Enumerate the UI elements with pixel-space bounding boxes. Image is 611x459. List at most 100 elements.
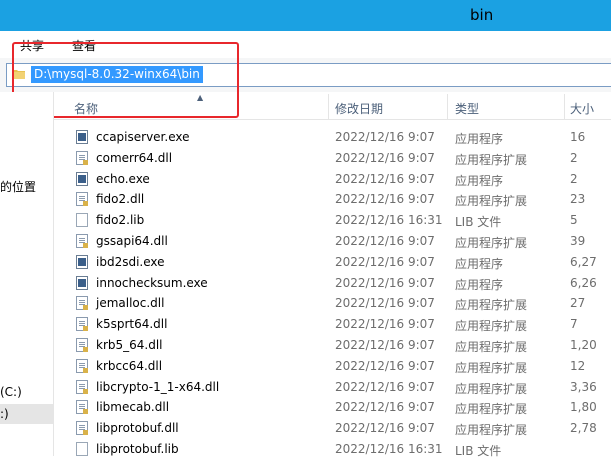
dll-file-icon (76, 296, 88, 311)
file-size: 1,20 (570, 338, 597, 352)
dll-file-icon (76, 317, 88, 332)
file-size: 12 (570, 358, 586, 373)
dll-file-icon (76, 338, 88, 352)
sidebar-item-drive-d-label: :) (0, 407, 9, 421)
window-title: bin (470, 6, 494, 24)
file-size: 1,80 (570, 400, 597, 415)
column-header-date[interactable]: 修改日期 (335, 100, 383, 117)
file-type: 应用程序 (455, 173, 504, 188)
file-date: 2022/12/16 9:07 (335, 338, 435, 352)
file-date: 2022/12/16 9:07 (335, 254, 435, 269)
column-divider[interactable] (564, 94, 565, 119)
file-date: 2022/12/16 9:07 (335, 400, 435, 415)
file-name: libcrypto-1_1-x64.dll (96, 379, 220, 394)
file-row[interactable]: ibd2sdi.exe 2022/12/16 9:07 应用程序 6,27 (54, 252, 611, 272)
sidebar-item-drive-d-selected[interactable]: :) (0, 404, 53, 424)
file-type: 应用程序扩展 (455, 360, 528, 375)
file-row[interactable]: libcrypto-1_1-x64.dll 2022/12/16 9:07 应用程序… (54, 377, 611, 397)
file-type: 应用程序扩展 (455, 236, 528, 250)
file-size: 23 (570, 192, 586, 207)
file-row[interactable]: comerr64.dll 2022/12/16 9:07 应用程序扩展 2 (54, 148, 611, 168)
file-row[interactable]: libmecab.dll 2022/12/16 9:07 应用程序扩展 1,80 (54, 397, 611, 417)
sidebar-item-drive-c[interactable]: (C:) (0, 385, 22, 399)
dll-file-icon (76, 358, 88, 373)
file-size: 2,78 (570, 421, 597, 436)
dll-file-icon (76, 192, 88, 207)
file-row[interactable]: innochecksum.exe 2022/12/16 9:07 应用程序 6,26 (54, 273, 611, 293)
dll-file-icon (76, 421, 88, 436)
file-date: 2022/12/16 9:07 (335, 171, 435, 186)
file-date: 2022/12/16 9:07 (335, 150, 435, 165)
file-row[interactable]: krbcc64.dll 2022/12/16 9:07 应用程序扩展 12 (54, 356, 611, 376)
file-name: krbcc64.dll (96, 358, 163, 373)
file-type: 应用程序扩展 (455, 423, 528, 438)
file-date: 2022/12/16 9:07 (335, 130, 435, 144)
file-date: 2022/12/16 16:31 (335, 213, 443, 228)
file-row[interactable]: ccapiserver.exe 2022/12/16 9:07 应用程序 16 (54, 127, 611, 147)
column-header-row: ▲ 名称 修改日期 类型 大小 (54, 93, 611, 120)
file-type: 应用程序扩展 (455, 319, 528, 334)
file-size: 7 (570, 317, 578, 332)
file-date: 2022/12/16 9:07 (335, 192, 435, 207)
file-name: ibd2sdi.exe (96, 254, 165, 269)
file-date: 2022/12/16 9:07 (335, 358, 435, 373)
file-size: 6,27 (570, 254, 597, 269)
column-header-size[interactable]: 大小 (570, 100, 594, 117)
application-icon (76, 254, 88, 269)
column-divider[interactable] (328, 94, 329, 119)
file-name: fido2.lib (96, 213, 145, 228)
dll-file-icon (76, 234, 88, 248)
file-name: innochecksum.exe (96, 275, 208, 290)
file-date: 2022/12/16 16:31 (335, 442, 443, 456)
dll-file-icon (76, 379, 88, 394)
file-date: 2022/12/16 9:07 (335, 379, 435, 394)
file-row[interactable]: libprotobuf.lib 2022/12/16 16:31 LIB 文件 (54, 439, 611, 459)
file-type: 应用程序 (455, 277, 504, 292)
file-date: 2022/12/16 9:07 (335, 421, 435, 436)
application-icon (76, 130, 88, 144)
file-row[interactable]: krb5_64.dll 2022/12/16 9:07 应用程序扩展 1,20 (54, 335, 611, 355)
file-row[interactable]: k5sprt64.dll 2022/12/16 9:07 应用程序扩展 7 (54, 314, 611, 334)
application-icon (76, 275, 88, 290)
file-name: gssapi64.dll (96, 234, 168, 248)
file-size: 6,26 (570, 275, 597, 290)
file-type: 应用程序扩展 (455, 402, 528, 417)
sidebar-item-locations[interactable]: 的位置 (0, 178, 36, 195)
file-name: k5sprt64.dll (96, 317, 168, 332)
file-date: 2022/12/16 9:07 (335, 275, 435, 290)
file-size: 5 (570, 213, 578, 228)
file-row[interactable]: fido2.dll 2022/12/16 9:07 应用程序扩展 23 (54, 189, 611, 209)
file-type: 应用程序扩展 (455, 152, 528, 167)
column-header-name[interactable]: 名称 (74, 100, 98, 117)
file-size: 2 (570, 171, 578, 186)
dll-file-icon (76, 400, 88, 415)
file-size: 3,36 (570, 379, 597, 394)
navigation-pane: 的位置 (C:) :) (0, 92, 54, 456)
file-type: 应用程序 (455, 132, 504, 146)
file-row[interactable]: jemalloc.dll 2022/12/16 9:07 应用程序扩展 27 (54, 293, 611, 313)
file-name: libmecab.dll (96, 400, 170, 415)
application-icon (76, 171, 88, 186)
file-name: libprotobuf.dll (96, 421, 179, 436)
file-icon (76, 442, 88, 456)
file-type: 应用程序扩展 (455, 381, 528, 396)
file-type: LIB 文件 (455, 215, 502, 230)
file-date: 2022/12/16 9:07 (335, 234, 435, 248)
file-name: krb5_64.dll (96, 338, 163, 352)
file-row[interactable]: libprotobuf.dll 2022/12/16 9:07 应用程序扩展 2,78 (54, 418, 611, 438)
file-type: 应用程序扩展 (455, 340, 528, 354)
column-divider[interactable] (447, 94, 448, 119)
sort-ascending-icon: ▲ (197, 93, 204, 102)
file-row[interactable]: fido2.lib 2022/12/16 16:31 LIB 文件 5 (54, 210, 611, 230)
file-name: echo.exe (96, 171, 150, 186)
file-row[interactable]: gssapi64.dll 2022/12/16 9:07 应用程序扩展 39 (54, 231, 611, 251)
file-name: fido2.dll (96, 192, 145, 207)
file-row[interactable]: echo.exe 2022/12/16 9:07 应用程序 2 (54, 169, 611, 189)
title-bar: bin (0, 0, 611, 31)
dll-file-icon (76, 150, 88, 165)
file-type: 应用程序 (455, 256, 504, 271)
column-header-type[interactable]: 类型 (455, 100, 479, 117)
file-name: libprotobuf.lib (96, 442, 179, 456)
file-name: jemalloc.dll (96, 296, 165, 311)
file-date: 2022/12/16 9:07 (335, 296, 435, 311)
